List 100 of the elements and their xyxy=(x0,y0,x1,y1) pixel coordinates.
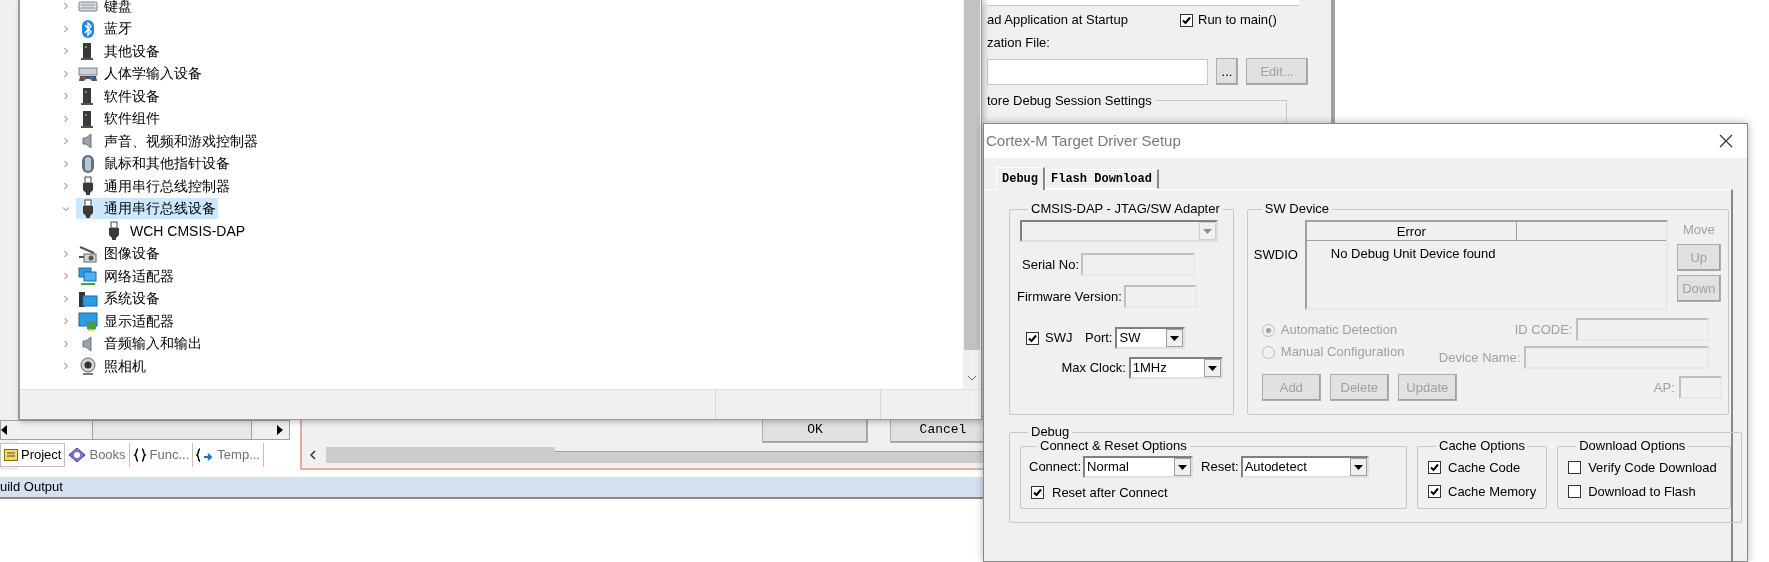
checkbox-label: Reset after Connect xyxy=(1052,484,1168,502)
chevron-right-icon[interactable] xyxy=(62,137,70,146)
checkbox[interactable] xyxy=(1026,331,1039,345)
field-label: Firmware Version: xyxy=(1017,287,1122,306)
close-icon[interactable] xyxy=(1719,134,1733,148)
tree-item[interactable]: 蓝牙 xyxy=(76,18,134,40)
chevron-right-icon[interactable] xyxy=(62,159,70,168)
radio-label: Automatic Detection xyxy=(1280,321,1398,340)
book-icon xyxy=(68,447,87,463)
chevron-right-icon[interactable] xyxy=(62,92,70,101)
chevron-right-icon[interactable] xyxy=(62,272,70,281)
panel-tab[interactable]: Func... xyxy=(129,443,194,467)
window-title: Cortex-M Target Driver Setup xyxy=(986,130,1181,151)
checkbox-label: ad Application at Startup xyxy=(987,11,1129,30)
tree-item[interactable]: 图像设备 xyxy=(76,243,162,265)
column-header: Error xyxy=(1306,222,1517,240)
tree-item[interactable]: 网络适配器 xyxy=(76,265,176,287)
panel-tab[interactable]: Project xyxy=(0,443,66,467)
tree-item[interactable]: 音频输入和输出 xyxy=(76,333,204,355)
chevron-right-icon[interactable] xyxy=(62,362,70,371)
tree-item[interactable]: 通用串行总线控制器 xyxy=(76,175,232,197)
group-title: CMSIS-DAP - JTAG/SW Adapter xyxy=(1030,202,1221,216)
file-field[interactable] xyxy=(987,58,1208,85)
chevron-right-icon[interactable] xyxy=(62,339,70,348)
tree-item[interactable]: 键盘 xyxy=(76,0,134,17)
tab[interactable]: Debug xyxy=(996,167,1045,190)
checkbox[interactable] xyxy=(1568,461,1582,475)
dropdown-arrow-icon xyxy=(1353,464,1363,470)
tab[interactable]: Flash Download xyxy=(1045,169,1159,189)
checkbox[interactable] xyxy=(1180,13,1193,27)
scanner-icon xyxy=(78,243,98,264)
scroll-left-icon[interactable] xyxy=(310,450,316,460)
checkbox[interactable] xyxy=(1031,486,1044,500)
group-title: Cache Options xyxy=(1438,439,1526,453)
panel-tab[interactable]: Books xyxy=(65,443,130,467)
browse-button[interactable]: ... xyxy=(1216,58,1238,85)
chevron-right-icon[interactable] xyxy=(62,294,70,303)
tree-item[interactable]: 人体学输入设备 xyxy=(76,63,204,85)
tree-item[interactable]: 系统设备 xyxy=(76,288,162,310)
row-label: SWDIO xyxy=(1253,246,1299,264)
template-icon xyxy=(196,448,215,462)
chevron-right-icon[interactable] xyxy=(62,2,70,11)
dropdown-arrow-icon xyxy=(1170,335,1180,341)
horizontal-scrollbar[interactable] xyxy=(0,420,290,440)
chevron-right-icon[interactable] xyxy=(62,47,70,56)
chevron-right-icon[interactable] xyxy=(62,114,70,123)
tree-item[interactable]: 其他设备 xyxy=(76,40,162,62)
tree-item[interactable]: 软件组件 xyxy=(76,108,162,130)
chevron-right-icon[interactable] xyxy=(62,249,70,258)
tree-item-label: 鼠标和其他指针设备 xyxy=(104,154,230,174)
tree-item-label: 系统设备 xyxy=(104,289,160,309)
dropdown-arrow-icon xyxy=(1203,228,1212,234)
tree-item-label: 音频输入和输出 xyxy=(104,334,202,354)
chevron-right-icon[interactable] xyxy=(62,182,70,191)
scrollbar[interactable] xyxy=(963,0,981,389)
scroll-left-icon[interactable] xyxy=(1,425,9,435)
field-label: Serial No: xyxy=(1022,255,1080,274)
checkbox[interactable] xyxy=(1428,461,1441,475)
device-name-field[interactable] xyxy=(1524,346,1710,369)
webcam-icon xyxy=(78,356,98,377)
checkbox-label: SWJ xyxy=(1045,329,1074,348)
checkbox[interactable] xyxy=(1568,484,1582,498)
tree-item-label: 照相机 xyxy=(104,356,146,376)
dropdown[interactable]: Normal xyxy=(1083,456,1194,478)
tree-item[interactable]: 显示适配器 xyxy=(76,310,176,332)
tree-item[interactable]: 通用串行总线设备 xyxy=(76,198,218,220)
tree-item-label: 通用串行总线控制器 xyxy=(104,176,230,196)
project-icon xyxy=(4,449,18,461)
network-icon xyxy=(78,266,98,287)
firmware-version-field[interactable] xyxy=(1123,285,1197,308)
field-label: AP: xyxy=(1653,378,1675,397)
tree-item-label: 人体学输入设备 xyxy=(104,64,202,84)
scrollbar-thumb[interactable] xyxy=(92,421,252,439)
dropdown[interactable]: SW xyxy=(1115,327,1186,349)
tree-item[interactable]: 软件设备 xyxy=(76,85,162,107)
checkbox-label: Download to Flash xyxy=(1588,482,1696,501)
checkbox[interactable] xyxy=(1428,484,1441,498)
tree-item[interactable]: 照相机 xyxy=(76,355,148,377)
scroll-down-icon[interactable] xyxy=(967,375,977,381)
tree-item[interactable]: WCH CMSIS-DAP xyxy=(102,220,248,242)
checkbox-label: Cache Code xyxy=(1448,459,1521,477)
tree-item[interactable]: 鼠标和其他指针设备 xyxy=(76,153,232,175)
id-code-field[interactable] xyxy=(1576,318,1710,341)
chevron-right-icon[interactable] xyxy=(62,24,70,33)
table-cell-text: No Debug Unit Device found xyxy=(1330,245,1496,263)
field-label: Connect: xyxy=(1029,458,1082,477)
panel-tab[interactable]: Temp... xyxy=(193,443,264,467)
dropdown[interactable]: 1MHz xyxy=(1128,357,1223,379)
dropdown[interactable]: Autodetect xyxy=(1240,456,1369,478)
tree-item-label: 软件组件 xyxy=(104,109,160,129)
monitor-icon xyxy=(78,311,98,332)
tree-item[interactable]: 声音、视频和游戏控制器 xyxy=(76,130,260,152)
chevron-right-icon[interactable] xyxy=(62,69,70,78)
radio-label: Manual Configuration xyxy=(1280,343,1405,362)
scroll-right-icon[interactable] xyxy=(275,425,283,435)
chevron-down-icon[interactable] xyxy=(62,204,70,213)
serial-number-field[interactable] xyxy=(1081,253,1196,276)
field-label: Port: xyxy=(1085,329,1113,348)
ap-field[interactable] xyxy=(1678,376,1722,399)
chevron-right-icon[interactable] xyxy=(62,317,70,326)
